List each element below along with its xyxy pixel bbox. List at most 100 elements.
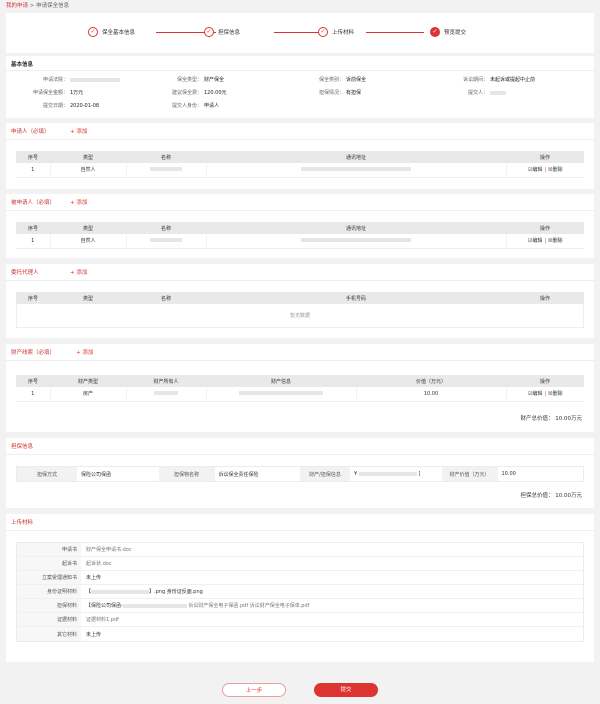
field-court: 申请法院：	[12, 76, 120, 83]
submit-button[interactable]: 提交	[314, 683, 378, 697]
check-icon: ✓	[430, 27, 440, 37]
breadcrumb: 我的申请 > 申请保全信息	[6, 1, 69, 9]
file-link[interactable]: 证据材料1.pdf	[81, 616, 119, 623]
column-header: 操作	[506, 151, 584, 163]
field-category: 保全类别： 诉前保全	[318, 77, 367, 83]
edit-button[interactable]: ☑编辑	[528, 391, 542, 397]
divider	[6, 210, 594, 211]
property-card: 财产线索（必填） + 添加 序号 财产类型 财产所有人 财产信息 价值（万元） …	[6, 344, 594, 432]
materials-card: 上传材料 申请书 财产保全申请书.doc 起诉书 起诉状.doc 立案受理通知书…	[6, 514, 594, 662]
field-amount: 申请保全金额： 1万元	[32, 90, 84, 96]
delete-button[interactable]: ☒删除	[548, 391, 562, 397]
edit-button[interactable]: ☑编辑	[528, 238, 542, 244]
step-connector	[366, 32, 424, 33]
divider	[6, 454, 594, 455]
step-guarantee: ✓ 担保信息	[204, 27, 240, 37]
check-icon: ✓	[88, 27, 98, 37]
field-identity: 提交人身份： 申请人	[171, 103, 220, 109]
guarantee-contact: ¥ ]	[354, 471, 421, 477]
breadcrumb-root-link[interactable]: 我的申请	[6, 3, 28, 9]
section-title: 上传材料	[11, 520, 34, 526]
column-header: 通讯地址	[206, 151, 506, 163]
masked-value	[154, 391, 178, 396]
column-header: 类型	[50, 151, 126, 163]
table-row: 1 房产 10.00 ☑编辑 | ☒删除	[16, 387, 584, 402]
section-title: 委托代理人	[11, 270, 39, 276]
material-status: 未上传	[86, 575, 102, 581]
column-header: 财产类型	[50, 375, 126, 387]
agent-table: 序号 类型 名称 手机号码 操作	[16, 292, 584, 304]
column-header: 名称	[126, 292, 206, 304]
field-fee: 建议保全费： 120.00元	[171, 90, 227, 96]
column-header: 序号	[16, 292, 50, 304]
empty-state: 暂无数据	[16, 304, 584, 328]
field-label: 担保方式	[17, 467, 77, 481]
step-label: 担保信息	[218, 30, 241, 36]
divider	[6, 139, 594, 140]
agent-card: 委托代理人 + 添加 序号 类型 名称 手机号码 操作 暂无数据	[6, 264, 594, 338]
column-header: 名称	[126, 151, 206, 163]
file-link[interactable]: 起诉状.doc	[81, 560, 112, 567]
file-link[interactable]: 【】.png 身份证反面.png	[81, 588, 203, 595]
step-basic-info: ✓ 保全基本信息	[88, 27, 135, 37]
add-respondent-link[interactable]: + 添加	[70, 198, 87, 206]
file-link[interactable]: 财产保全申请书.doc	[81, 546, 132, 553]
section-title: 被申请人（必填）	[11, 200, 56, 206]
masked-value	[122, 603, 187, 608]
material-row: 担保材料 【保险公司保函- 诉讼财产保全电子保函.pdf 诉讼财产保全电子保单.…	[17, 599, 583, 613]
column-header: 财产所有人	[126, 375, 206, 387]
material-row: 立案受理通知书 未上传	[17, 571, 583, 585]
add-property-link[interactable]: + 添加	[76, 348, 93, 356]
field-submitter: 提交人：	[432, 89, 506, 96]
column-header: 名称	[126, 222, 206, 234]
step-preview-submit: ✓ 预览提交	[430, 27, 466, 37]
file-link[interactable]: 【保险公司保函- 诉讼财产保全电子保函.pdf 诉讼财产保全电子保单.pdf	[81, 602, 309, 609]
step-label: 保全基本信息	[102, 30, 136, 36]
field-label: 担保物名称	[158, 467, 215, 481]
column-header: 通讯地址	[206, 222, 506, 234]
respondent-card: 被申请人（必填） + 添加 序号 类型 名称 通讯地址 操作 1 自然人 ☑编辑…	[6, 194, 594, 258]
column-header: 价值（万元）	[356, 375, 506, 387]
masked-value	[358, 471, 417, 476]
field-date: 提交日期： 2020-01-08	[42, 103, 100, 109]
edit-button[interactable]: ☑编辑	[528, 167, 542, 173]
masked-value	[301, 238, 411, 243]
breadcrumb-separator: >	[29, 3, 35, 9]
material-status: 未上传	[86, 631, 102, 638]
guarantee-worth: 10.00	[501, 471, 516, 477]
masked-value	[239, 391, 323, 396]
delete-button[interactable]: ☒删除	[548, 167, 562, 173]
previous-button[interactable]: 上一步	[222, 683, 286, 697]
column-header: 序号	[16, 222, 50, 234]
section-title: 财产线索（必填）	[11, 350, 56, 356]
masked-value	[150, 238, 182, 243]
field-label: 财产价值（万元）	[441, 467, 498, 481]
table-row: 1 自然人 ☑编辑 | ☒删除	[16, 234, 584, 249]
section-title: 担保信息	[11, 444, 34, 450]
column-header: 操作	[506, 292, 584, 304]
column-header: 操作	[506, 222, 584, 234]
divider	[6, 360, 594, 361]
property-total: 财产总价值： 10.00万元	[520, 416, 583, 422]
guarantee-total: 担保总价值： 10.00万元	[520, 493, 583, 499]
check-icon: ✓	[318, 27, 328, 37]
masked-value	[150, 167, 182, 172]
add-applicant-link[interactable]: + 添加	[70, 127, 87, 135]
guarantee-table: 担保方式 保险公司保函 担保物名称 诉讼保全责任保险 财产/担保信息 ¥ ] 财…	[16, 466, 584, 482]
table-row: 1 自然人 ☑编辑 | ☒删除	[16, 163, 584, 178]
field-type: 保全类型： 财产保全	[176, 77, 225, 83]
column-header: 类型	[50, 222, 126, 234]
check-icon: ✓	[204, 27, 214, 37]
step-label: 上传材料	[332, 30, 355, 36]
guarantee-method: 保险公司保函	[81, 471, 112, 478]
delete-button[interactable]: ☒删除	[548, 238, 562, 244]
masked-value	[301, 167, 411, 172]
divider	[6, 70, 594, 71]
applicant-table: 序号 类型 名称 通讯地址 操作 1 自然人 ☑编辑 | ☒删除	[16, 151, 584, 178]
breadcrumb-current: 申请保全信息	[36, 3, 70, 9]
add-agent-link[interactable]: + 添加	[70, 268, 87, 276]
step-connector	[274, 32, 324, 33]
field-label: 财产/担保信息	[300, 467, 350, 481]
column-header: 序号	[16, 375, 50, 387]
material-row: 身份证明材料 【】.png 身份证反面.png	[17, 585, 583, 599]
